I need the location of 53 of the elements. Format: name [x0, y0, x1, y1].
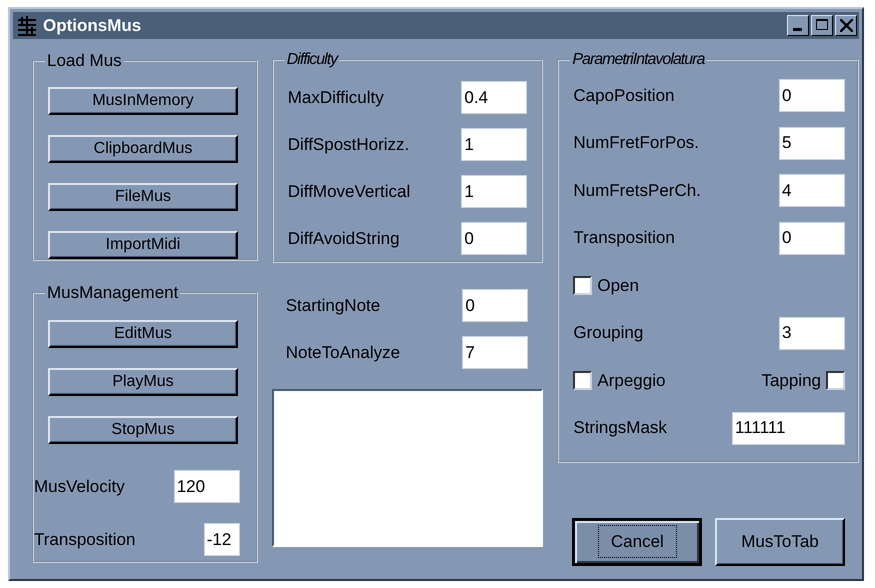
input-field[interactable]: 3 — [779, 316, 845, 350]
input-field[interactable]: 111111 — [732, 412, 845, 444]
group-title: Difficulty — [286, 51, 340, 69]
field-label: NumFretsPerCh. — [573, 180, 701, 200]
push-button[interactable]: FileMus — [48, 183, 238, 211]
push-button[interactable]: PlayMus — [48, 368, 238, 396]
field-label: MusVelocity — [34, 476, 125, 496]
input-field[interactable]: 0.4 — [461, 81, 528, 114]
push-button[interactable]: ImportMidi — [48, 231, 238, 259]
push-button[interactable]: StopMus — [48, 416, 238, 444]
field-label: NoteToAnalyze — [286, 342, 400, 362]
checkbox[interactable] — [573, 276, 592, 295]
input-field[interactable]: 7 — [462, 336, 528, 369]
checkbox[interactable] — [826, 371, 845, 390]
group-title: Load Mus — [46, 51, 123, 71]
push-button[interactable]: MusInMemory — [48, 87, 238, 115]
window-title: OptionsMus — [43, 16, 142, 36]
input-field[interactable]: 1 — [461, 175, 528, 208]
push-button[interactable]: MusToTab — [715, 518, 845, 566]
staff-icon — [17, 16, 37, 36]
group-title: ParametriIntavolatura — [571, 51, 706, 69]
field-label: NumFretForPos. — [573, 133, 700, 153]
group-title: MusManagement — [46, 283, 180, 303]
checkbox[interactable] — [573, 371, 592, 390]
input-field[interactable]: -12 — [204, 523, 240, 556]
field-label: MaxDifficulty — [288, 88, 384, 108]
field-label: StartingNote — [286, 296, 380, 316]
push-button[interactable]: ClipboardMus — [48, 135, 238, 163]
input-field[interactable]: 120 — [174, 470, 240, 503]
input-field[interactable]: 0 — [779, 222, 845, 254]
field-label: Grouping — [573, 323, 644, 343]
input-field[interactable]: 5 — [779, 126, 845, 160]
input-field[interactable]: 0 — [461, 222, 528, 255]
field-label: DiffAvoidString — [288, 228, 400, 248]
input-field[interactable]: 0 — [462, 289, 528, 322]
close-button[interactable] — [835, 15, 857, 36]
field-label: CapoPosition — [573, 86, 674, 106]
maximize-button[interactable] — [811, 15, 833, 36]
push-button[interactable]: Cancel — [572, 518, 702, 566]
checkbox-label: Open — [597, 276, 639, 296]
push-button[interactable]: EditMus — [48, 320, 238, 348]
input-field[interactable]: 1 — [461, 128, 528, 161]
checkbox-label: Arpeggio — [597, 370, 666, 390]
field-label: DiffSpostHorizz. — [288, 134, 410, 154]
field-label: Transposition — [573, 228, 675, 248]
field-label: DiffMoveVertical — [288, 182, 410, 202]
list-box[interactable] — [272, 389, 544, 547]
input-field[interactable]: 4 — [779, 174, 845, 207]
field-label: StringsMask — [573, 418, 667, 438]
input-field[interactable]: 0 — [779, 79, 845, 112]
minimize-button[interactable] — [787, 15, 809, 36]
field-label: Transposition — [34, 530, 136, 550]
checkbox-label: Tapping — [761, 370, 821, 390]
